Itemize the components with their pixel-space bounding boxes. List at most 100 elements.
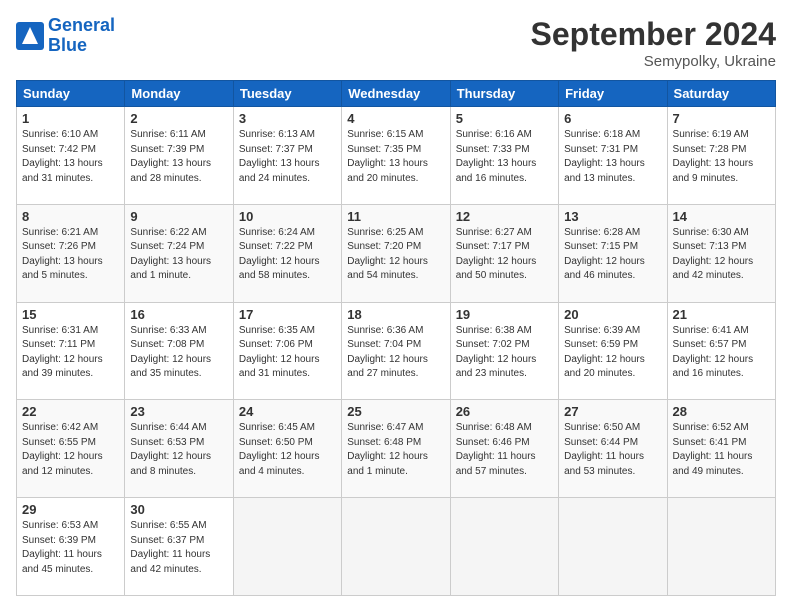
day-number: 2: [130, 111, 227, 126]
day-number: 5: [456, 111, 553, 126]
day-number: 21: [673, 307, 770, 322]
weekday-header-saturday: Saturday: [667, 81, 775, 107]
calendar-cell: 8 Sunrise: 6:21 AM Sunset: 7:26 PM Daylig…: [17, 204, 125, 302]
day-info: Sunrise: 6:28 AM Sunset: 7:15 PM Dayligh…: [564, 226, 661, 284]
day-number: 23: [130, 404, 227, 419]
calendar-cell: 28 Sunrise: 6:52 AM Sunset: 6:41 PM Dayli…: [667, 400, 775, 498]
day-info: Sunrise: 6:39 AM Sunset: 6:59 PM Dayligh…: [564, 324, 661, 382]
calendar-cell: 9 Sunrise: 6:22 AM Sunset: 7:24 PM Daylig…: [125, 204, 233, 302]
day-number: 7: [673, 111, 770, 126]
day-info: Sunrise: 6:27 AM Sunset: 7:17 PM Dayligh…: [456, 226, 553, 284]
page: General Blue September 2024 Semypolky, U…: [0, 0, 792, 612]
day-number: 15: [22, 307, 119, 322]
calendar-week-5: 29 Sunrise: 6:53 AM Sunset: 6:39 PM Dayli…: [17, 498, 776, 596]
day-info: Sunrise: 6:48 AM Sunset: 6:46 PM Dayligh…: [456, 421, 553, 479]
weekday-header-monday: Monday: [125, 81, 233, 107]
logo-general: General: [48, 15, 115, 35]
day-info: Sunrise: 6:10 AM Sunset: 7:42 PM Dayligh…: [22, 128, 119, 186]
day-number: 8: [22, 209, 119, 224]
calendar-cell: 25 Sunrise: 6:47 AM Sunset: 6:48 PM Dayli…: [342, 400, 450, 498]
weekday-header-sunday: Sunday: [17, 81, 125, 107]
day-info: Sunrise: 6:21 AM Sunset: 7:26 PM Dayligh…: [22, 226, 119, 284]
calendar-cell: [342, 498, 450, 596]
day-info: Sunrise: 6:33 AM Sunset: 7:08 PM Dayligh…: [130, 324, 227, 382]
calendar-week-2: 8 Sunrise: 6:21 AM Sunset: 7:26 PM Daylig…: [17, 204, 776, 302]
day-info: Sunrise: 6:55 AM Sunset: 6:37 PM Dayligh…: [130, 519, 227, 577]
calendar-cell: 16 Sunrise: 6:33 AM Sunset: 7:08 PM Dayli…: [125, 302, 233, 400]
day-number: 25: [347, 404, 444, 419]
calendar-cell: 22 Sunrise: 6:42 AM Sunset: 6:55 PM Dayli…: [17, 400, 125, 498]
day-info: Sunrise: 6:44 AM Sunset: 6:53 PM Dayligh…: [130, 421, 227, 479]
day-info: Sunrise: 6:45 AM Sunset: 6:50 PM Dayligh…: [239, 421, 336, 479]
calendar-cell: 12Sunrise: 6:27 AM Sunset: 7:17 PM Dayli…: [450, 204, 558, 302]
day-info: Sunrise: 6:42 AM Sunset: 6:55 PM Dayligh…: [22, 421, 119, 479]
calendar-cell: 21 Sunrise: 6:41 AM Sunset: 6:57 PM Dayli…: [667, 302, 775, 400]
day-info: Sunrise: 6:53 AM Sunset: 6:39 PM Dayligh…: [22, 519, 119, 577]
calendar-cell: 23 Sunrise: 6:44 AM Sunset: 6:53 PM Dayli…: [125, 400, 233, 498]
day-number: 22: [22, 404, 119, 419]
calendar-table: SundayMondayTuesdayWednesdayThursdayFrid…: [16, 80, 776, 596]
logo-text: General Blue: [48, 16, 115, 56]
day-number: 11: [347, 209, 444, 224]
day-number: 10: [239, 209, 336, 224]
day-number: 24: [239, 404, 336, 419]
calendar-cell: 18Sunrise: 6:36 AM Sunset: 7:04 PM Dayli…: [342, 302, 450, 400]
calendar-cell: 10 Sunrise: 6:24 AM Sunset: 7:22 PM Dayli…: [233, 204, 341, 302]
calendar-cell: [450, 498, 558, 596]
day-number: 20: [564, 307, 661, 322]
calendar-week-4: 22 Sunrise: 6:42 AM Sunset: 6:55 PM Dayli…: [17, 400, 776, 498]
calendar-cell: 13Sunrise: 6:28 AM Sunset: 7:15 PM Dayli…: [559, 204, 667, 302]
day-info: Sunrise: 6:38 AM Sunset: 7:02 PM Dayligh…: [456, 324, 553, 382]
calendar-cell: 3Sunrise: 6:13 AM Sunset: 7:37 PM Daylig…: [233, 107, 341, 205]
weekday-header-thursday: Thursday: [450, 81, 558, 107]
calendar-cell: 29 Sunrise: 6:53 AM Sunset: 6:39 PM Dayli…: [17, 498, 125, 596]
day-number: 6: [564, 111, 661, 126]
logo-icon: [16, 22, 44, 50]
day-info: Sunrise: 6:15 AM Sunset: 7:35 PM Dayligh…: [347, 128, 444, 186]
calendar-cell: [233, 498, 341, 596]
day-info: Sunrise: 6:30 AM Sunset: 7:13 PM Dayligh…: [673, 226, 770, 284]
header: General Blue September 2024 Semypolky, U…: [16, 16, 776, 70]
month-title: September 2024: [531, 16, 776, 53]
day-number: 18: [347, 307, 444, 322]
calendar-week-3: 15Sunrise: 6:31 AM Sunset: 7:11 PM Dayli…: [17, 302, 776, 400]
day-number: 29: [22, 502, 119, 517]
day-info: Sunrise: 6:11 AM Sunset: 7:39 PM Dayligh…: [130, 128, 227, 186]
day-info: Sunrise: 6:13 AM Sunset: 7:37 PM Dayligh…: [239, 128, 336, 186]
day-info: Sunrise: 6:18 AM Sunset: 7:31 PM Dayligh…: [564, 128, 661, 186]
location: Semypolky, Ukraine: [531, 53, 776, 70]
weekday-header-row: SundayMondayTuesdayWednesdayThursdayFrid…: [17, 81, 776, 107]
weekday-header-friday: Friday: [559, 81, 667, 107]
calendar-cell: 27Sunrise: 6:50 AM Sunset: 6:44 PM Dayli…: [559, 400, 667, 498]
day-info: Sunrise: 6:16 AM Sunset: 7:33 PM Dayligh…: [456, 128, 553, 186]
day-info: Sunrise: 6:24 AM Sunset: 7:22 PM Dayligh…: [239, 226, 336, 284]
day-info: Sunrise: 6:41 AM Sunset: 6:57 PM Dayligh…: [673, 324, 770, 382]
day-info: Sunrise: 6:25 AM Sunset: 7:20 PM Dayligh…: [347, 226, 444, 284]
weekday-header-wednesday: Wednesday: [342, 81, 450, 107]
calendar-cell: 7Sunrise: 6:19 AM Sunset: 7:28 PM Daylig…: [667, 107, 775, 205]
calendar-cell: 1Sunrise: 6:10 AM Sunset: 7:42 PM Daylig…: [17, 107, 125, 205]
day-number: 28: [673, 404, 770, 419]
title-block: September 2024 Semypolky, Ukraine: [531, 16, 776, 70]
calendar-cell: 26Sunrise: 6:48 AM Sunset: 6:46 PM Dayli…: [450, 400, 558, 498]
weekday-header-tuesday: Tuesday: [233, 81, 341, 107]
day-info: Sunrise: 6:47 AM Sunset: 6:48 PM Dayligh…: [347, 421, 444, 479]
calendar-cell: 15Sunrise: 6:31 AM Sunset: 7:11 PM Dayli…: [17, 302, 125, 400]
calendar-cell: 6 Sunrise: 6:18 AM Sunset: 7:31 PM Daylig…: [559, 107, 667, 205]
day-number: 30: [130, 502, 227, 517]
calendar-cell: 24 Sunrise: 6:45 AM Sunset: 6:50 PM Dayli…: [233, 400, 341, 498]
day-number: 27: [564, 404, 661, 419]
calendar-cell: [667, 498, 775, 596]
calendar-cell: 4Sunrise: 6:15 AM Sunset: 7:35 PM Daylig…: [342, 107, 450, 205]
logo-blue: Blue: [48, 35, 87, 55]
day-number: 14: [673, 209, 770, 224]
calendar-cell: 19 Sunrise: 6:38 AM Sunset: 7:02 PM Dayli…: [450, 302, 558, 400]
calendar-cell: 14 Sunrise: 6:30 AM Sunset: 7:13 PM Dayli…: [667, 204, 775, 302]
day-number: 9: [130, 209, 227, 224]
calendar-cell: 20 Sunrise: 6:39 AM Sunset: 6:59 PM Dayli…: [559, 302, 667, 400]
day-info: Sunrise: 6:22 AM Sunset: 7:24 PM Dayligh…: [130, 226, 227, 284]
day-number: 16: [130, 307, 227, 322]
day-number: 19: [456, 307, 553, 322]
calendar-cell: 2 Sunrise: 6:11 AM Sunset: 7:39 PM Daylig…: [125, 107, 233, 205]
day-info: Sunrise: 6:52 AM Sunset: 6:41 PM Dayligh…: [673, 421, 770, 479]
